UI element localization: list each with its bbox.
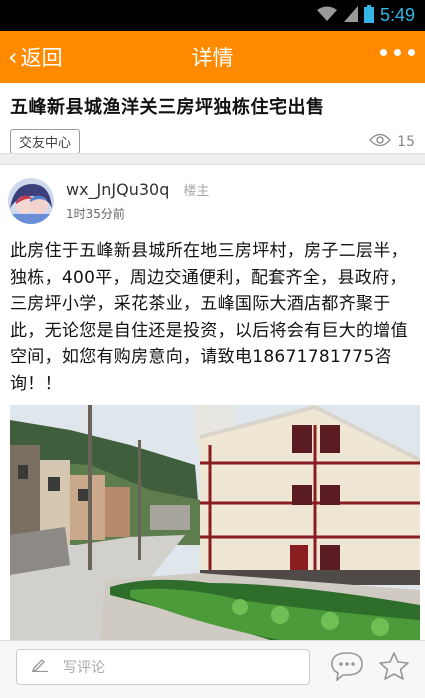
battery-icon — [363, 4, 374, 27]
nav-bar: ‹ 返回 详情 — [0, 31, 425, 83]
view-count: 15 — [369, 133, 415, 151]
section-divider — [0, 153, 425, 165]
view-count-number: 15 — [397, 133, 415, 150]
chat-bubble-icon[interactable] — [330, 651, 364, 685]
avatar[interactable] — [8, 178, 54, 224]
comment-placeholder: 写评论 — [63, 660, 105, 676]
post-body: 此房住于五峰新县城所在地三房坪村，房子二层半，独栋，400平，周边交通便利，配套… — [10, 241, 408, 394]
wifi-icon — [316, 6, 338, 26]
author-name[interactable]: wx_JnJQu30q — [66, 180, 169, 199]
post-time: 1时35分前 — [66, 207, 125, 221]
more-dots-icon[interactable] — [380, 49, 415, 56]
forum-tag[interactable]: 交友中心 — [10, 129, 81, 154]
post-header: 五峰新县城渔洋关三房坪独栋住宅出售 交友中心 15 — [0, 83, 425, 154]
author-row: wx_JnJQu30q 楼主 1时35分前 — [8, 176, 418, 226]
post-photo[interactable] — [10, 405, 420, 640]
page-title: 详情 — [191, 46, 234, 70]
post-title: 五峰新县城渔洋关三房坪独栋住宅出售 — [10, 97, 325, 118]
star-icon[interactable] — [378, 651, 410, 685]
comment-input[interactable]: 写评论 — [16, 649, 310, 685]
signal-icon — [343, 5, 358, 26]
status-time: 5:49 — [379, 5, 415, 25]
status-bar: 5:49 — [0, 0, 425, 31]
op-badge: 楼主 — [183, 184, 210, 199]
bottom-bar: 写评论 — [0, 640, 425, 698]
eye-icon — [369, 133, 392, 151]
pencil-icon — [31, 658, 49, 676]
